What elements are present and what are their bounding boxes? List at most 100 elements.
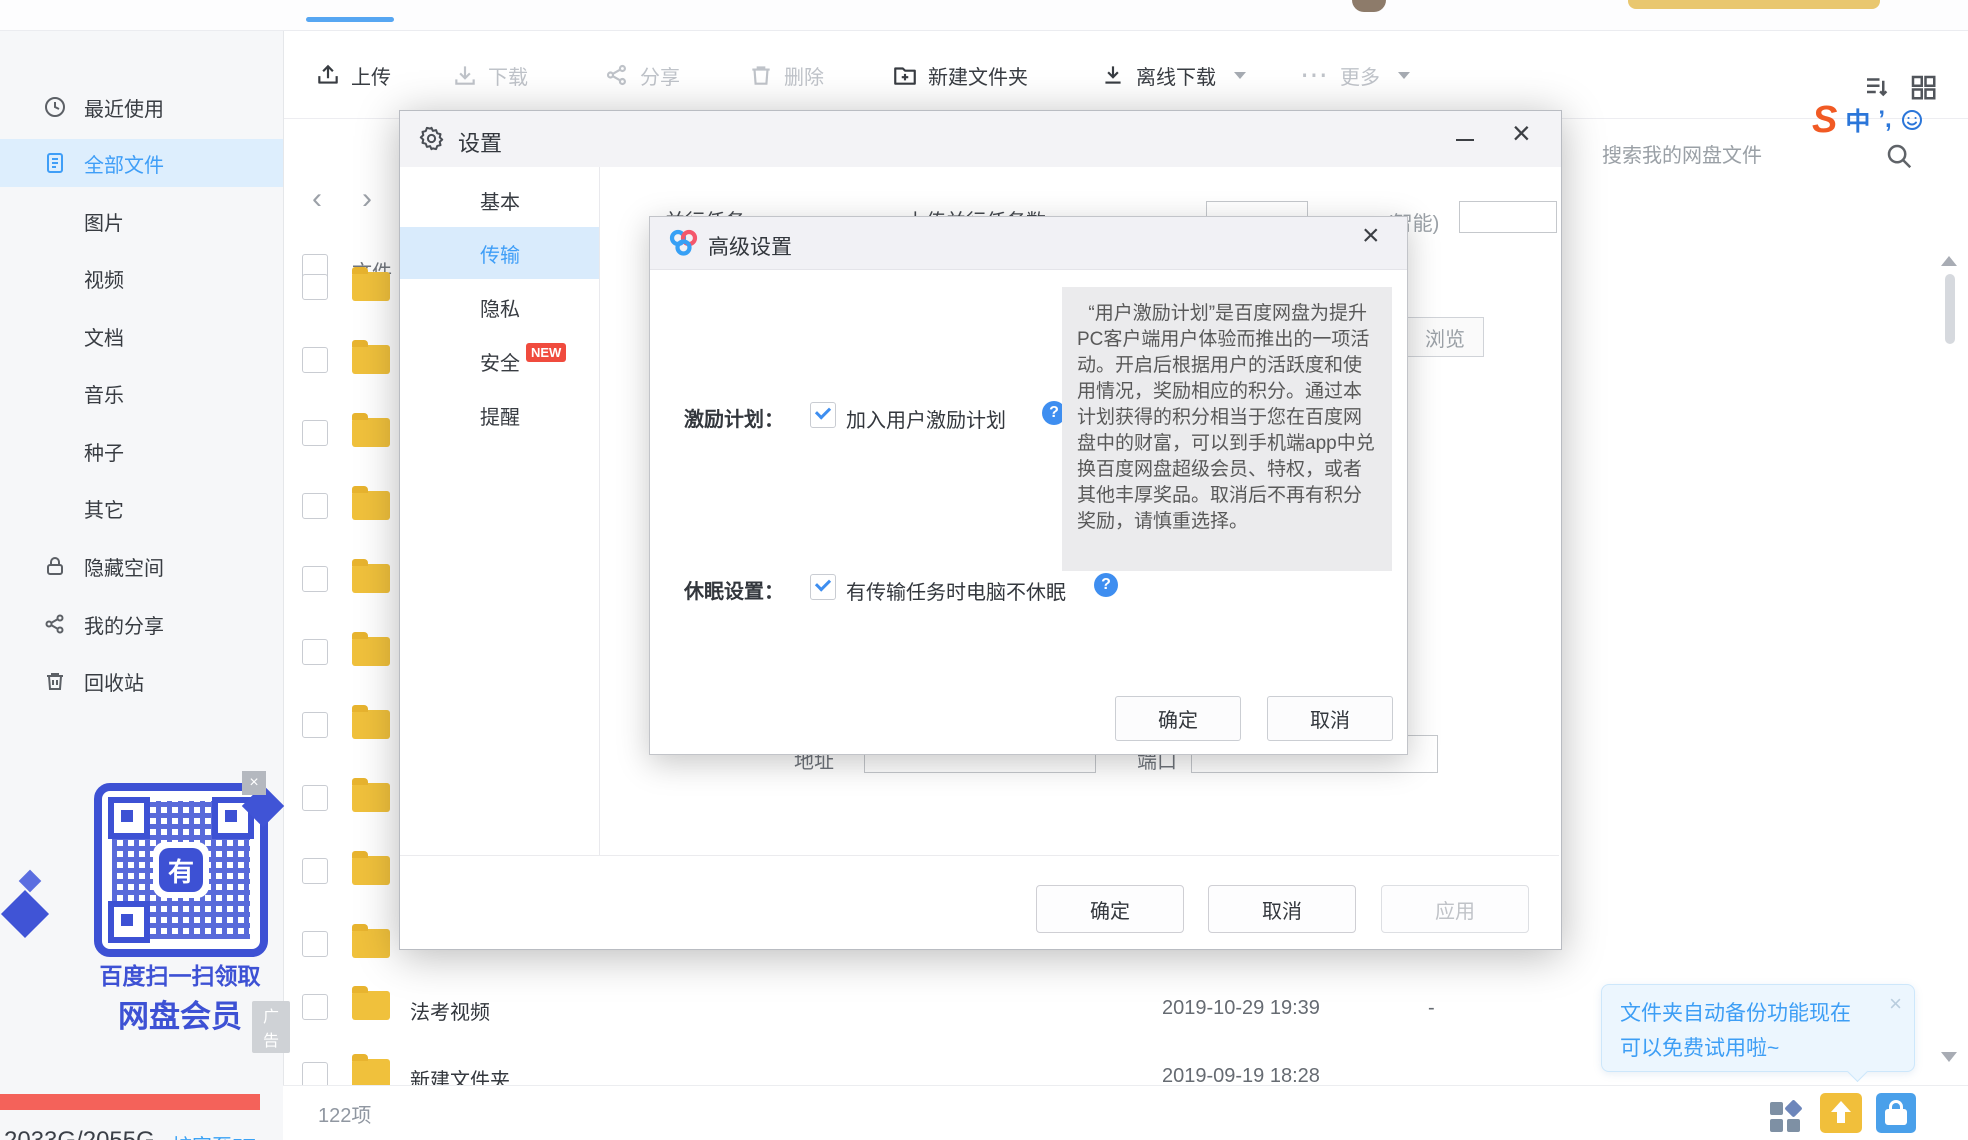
row-checkbox[interactable] (302, 274, 328, 300)
folder-icon (352, 559, 390, 593)
incentive-checkbox[interactable] (810, 402, 836, 428)
folder-icon (352, 486, 390, 520)
advanced-cancel-button[interactable]: 取消 (1267, 696, 1393, 741)
auto-backup-folder-icon[interactable] (1820, 1093, 1862, 1133)
row-checkbox[interactable] (302, 858, 328, 884)
file-size: - (1428, 997, 1435, 1019)
row-checkbox[interactable] (302, 785, 328, 811)
sidebar-item-hidden-space[interactable]: 隐藏空间 (0, 546, 283, 586)
item-count: 122项 (318, 1105, 372, 1127)
sidebar-item-all-files[interactable]: 全部文件 (0, 139, 283, 187)
settings-apply-button[interactable]: 应用 (1381, 885, 1529, 933)
upload-button[interactable]: 上传 (315, 56, 391, 94)
new-badge: NEW (526, 342, 567, 362)
scrollbar-up-arrow[interactable] (1941, 256, 1957, 266)
close-icon[interactable]: × (242, 771, 266, 795)
qr-code: 有 (94, 783, 268, 957)
tab-security[interactable]: 安全 NEW (400, 335, 599, 387)
app-window: 最近使用 全部文件 图片 视频 文档 音乐 种子 其它 隐藏空间 我的分享 回收… (0, 0, 1968, 1140)
offline-download-button[interactable]: 离线下载 (1100, 56, 1246, 94)
folder-icon (352, 705, 390, 739)
sidebar-item-recycle-bin[interactable]: 回收站 (0, 661, 283, 701)
qr-advertisement: 有 × 百度扫一扫领取 网盘会员 广告 (0, 769, 290, 1069)
ime-lang-indicator[interactable]: 中 (1845, 102, 1870, 138)
tab-basic[interactable]: 基本 (400, 174, 599, 226)
tab-reminder[interactable]: 提醒 (400, 389, 599, 441)
sidebar-item-music[interactable]: 音乐 (0, 373, 283, 413)
sidebar-item-recent[interactable]: 最近使用 (0, 87, 283, 127)
folder-icon (352, 778, 390, 812)
more-dots-icon: ⋯ (1300, 59, 1330, 90)
advanced-dialog-titlebar: 高级设置 × (650, 217, 1407, 270)
sogou-ime-bar: S 中 ’, (1812, 100, 1968, 140)
row-checkbox[interactable] (302, 639, 328, 665)
sidebar-item-my-shares[interactable]: 我的分享 (0, 604, 283, 644)
sidebar-item-others[interactable]: 其它 (0, 488, 283, 528)
chevron-down-icon (1398, 71, 1410, 79)
toast-line2: 可以免费试用啦~ (1620, 1037, 1780, 1060)
ime-punct-indicator[interactable]: ’, (1878, 106, 1891, 134)
close-icon[interactable]: × (1889, 991, 1902, 1017)
transfer-grid-icon[interactable] (1770, 1099, 1803, 1132)
search-icon[interactable] (1884, 141, 1914, 171)
minimize-icon[interactable] (1456, 139, 1474, 141)
scrollbar-thumb[interactable] (1945, 274, 1955, 344)
row-checkbox[interactable] (302, 931, 328, 957)
row-checkbox[interactable] (302, 712, 328, 738)
grid-view-icon (1911, 75, 1936, 100)
download-button[interactable]: 下载 (452, 56, 528, 94)
forward-button[interactable]: › (362, 184, 372, 214)
share-button[interactable]: 分享 (604, 56, 680, 94)
settings-cancel-button[interactable]: 取消 (1208, 885, 1356, 933)
sidebar-item-seeds[interactable]: 种子 (0, 431, 283, 471)
sleep-checkbox-label[interactable]: 有传输任务时电脑不休眠 (846, 576, 1066, 605)
download-parallel-input[interactable] (1459, 201, 1557, 233)
close-icon[interactable]: × (1512, 115, 1531, 152)
folder-icon (352, 267, 390, 301)
ime-emoji-icon[interactable] (1900, 108, 1924, 132)
delete-button[interactable]: 删除 (748, 56, 824, 94)
row-checkbox[interactable] (302, 566, 328, 592)
browse-button[interactable]: 浏览 (1406, 317, 1484, 357)
trash-icon (42, 668, 68, 694)
sogou-logo-icon[interactable]: S (1812, 101, 1837, 139)
toast-arrow (1846, 1060, 1869, 1083)
netdisk-logo-icon (668, 229, 700, 262)
more-button[interactable]: ⋯ 更多 (1300, 56, 1410, 94)
trash-icon (752, 66, 770, 85)
sleep-label: 休眠设置： (684, 581, 784, 603)
sidebar-item-documents[interactable]: 文档 (0, 316, 283, 356)
advanced-ok-button[interactable]: 确定 (1115, 696, 1241, 741)
close-icon[interactable]: × (1362, 219, 1380, 253)
row-checkbox[interactable] (302, 994, 328, 1020)
settings-dialog-title: 设置 (458, 131, 503, 156)
file-name[interactable]: 法考视频 (410, 996, 490, 1025)
back-button[interactable]: ‹ (312, 184, 322, 214)
folder-icon (352, 851, 390, 885)
lock-space-icon[interactable] (1876, 1093, 1916, 1133)
dialog-divider (400, 855, 1559, 856)
new-folder-button[interactable]: 新建文件夹 (892, 56, 1028, 94)
scrollbar-down-arrow[interactable] (1941, 1052, 1957, 1062)
incentive-checkbox-label[interactable]: 加入用户激励计划 (846, 404, 1006, 433)
vip-banner-partial[interactable] (1628, 0, 1880, 9)
sidebar-item-pictures[interactable]: 图片 (0, 201, 283, 241)
search-bar (1600, 138, 1940, 174)
settings-dialog-titlebar: 设置 × (400, 111, 1561, 167)
settings-ok-button[interactable]: 确定 (1036, 885, 1184, 933)
sleep-checkbox[interactable] (810, 574, 836, 600)
search-input[interactable] (1600, 143, 1884, 169)
gear-icon (418, 125, 445, 157)
avatar[interactable] (1352, 0, 1386, 12)
storage-expand-link[interactable]: 扩容至5T (172, 1130, 255, 1140)
row-checkbox[interactable] (302, 420, 328, 446)
sidebar-item-videos[interactable]: 视频 (0, 258, 283, 298)
tab-privacy[interactable]: 隐私 (400, 281, 599, 333)
lock-icon (42, 553, 68, 579)
tab-transfer[interactable]: 传输 (400, 227, 599, 279)
row-checkbox[interactable] (302, 347, 328, 373)
advanced-settings-dialog: 高级设置 × 激励计划： 加入用户激励计划 ? “用户激励计划”是百度网盘为提升… (649, 216, 1408, 755)
help-icon[interactable]: ? (1094, 573, 1118, 597)
storage-usage: 2033G/2055G (4, 1127, 155, 1140)
row-checkbox[interactable] (302, 493, 328, 519)
